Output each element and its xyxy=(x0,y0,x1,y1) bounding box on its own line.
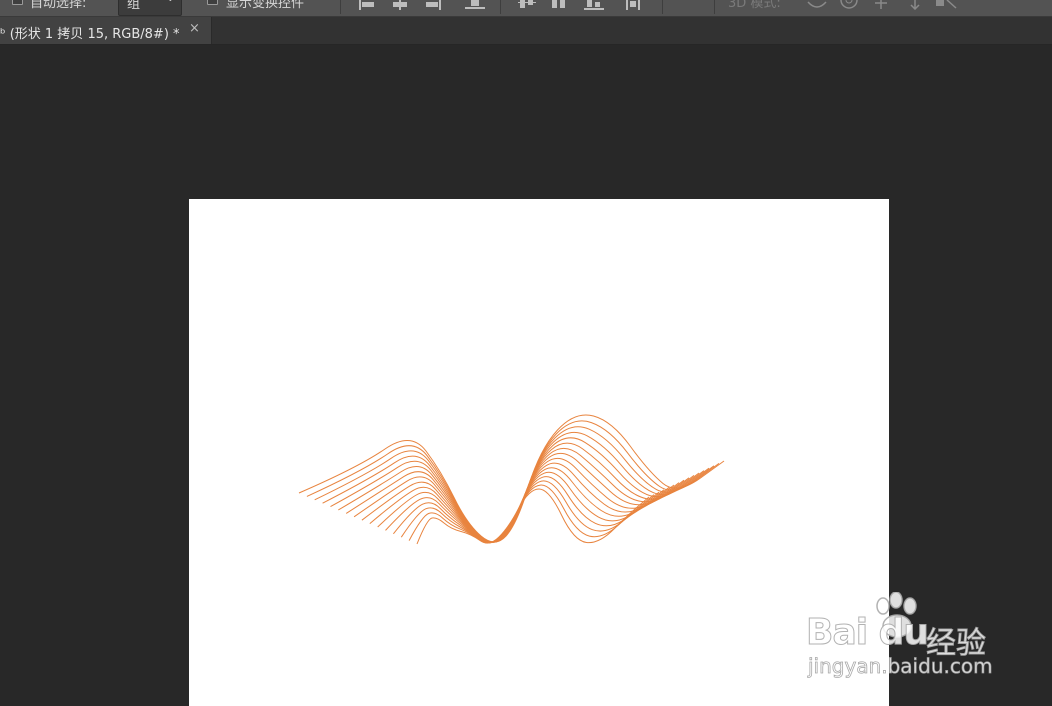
3d-pan-icon[interactable] xyxy=(870,0,892,10)
wave-line xyxy=(322,431,710,543)
3d-roll-icon[interactable] xyxy=(838,0,860,10)
align-left-edges-icon[interactable] xyxy=(358,0,378,10)
divider xyxy=(662,0,663,14)
auto-select-label: 自动选择: xyxy=(30,0,87,11)
distribute-bottom-icon[interactable] xyxy=(583,0,605,10)
document-canvas[interactable] xyxy=(189,199,889,706)
baidu-jingyan-watermark: Bai du 经验 jingyan.baidu.com xyxy=(800,592,1052,692)
document-tab-bar: ᵇ (形状 1 拷贝 15, RGB/8#) * × xyxy=(0,17,1052,45)
layer-select-dropdown[interactable]: 组 ⌄ xyxy=(118,0,182,16)
auto-select-checkbox[interactable] xyxy=(12,0,23,5)
distribute-vertical-centers-icon[interactable] xyxy=(550,0,570,10)
align-right-edges-icon[interactable] xyxy=(422,0,442,10)
3d-slide-icon[interactable] xyxy=(904,0,926,10)
options-bar: 自动选择: 组 ⌄ 显示变换控件 ··· 3D 模式: xyxy=(0,0,1052,17)
3d-mode-label: 3D 模式: xyxy=(728,0,781,11)
chevron-down-icon: ⌄ xyxy=(166,0,175,4)
3d-orbit-icon[interactable] xyxy=(806,0,828,10)
distribute-horizontal-icon[interactable] xyxy=(624,0,644,10)
align-horizontal-centers-icon[interactable] xyxy=(390,0,410,10)
show-transform-label: 显示变换控件 xyxy=(226,0,305,11)
more-options-button[interactable]: ··· xyxy=(678,0,690,5)
watermark-brand: Bai du xyxy=(805,612,929,654)
document-tab-title: ᵇ (形状 1 拷贝 15, RGB/8#) * xyxy=(0,27,180,42)
document-tab[interactable]: ᵇ (形状 1 拷贝 15, RGB/8#) * × xyxy=(0,17,212,44)
layer-select-value: 组 xyxy=(127,0,141,12)
close-icon[interactable]: × xyxy=(189,21,200,36)
show-transform-checkbox[interactable] xyxy=(207,0,218,5)
wave-line xyxy=(314,426,715,543)
divider xyxy=(340,0,341,14)
divider xyxy=(500,0,501,14)
align-top-edges-icon[interactable] xyxy=(464,0,486,10)
wave-line xyxy=(369,462,680,544)
divider xyxy=(714,0,715,14)
3d-scale-icon[interactable] xyxy=(934,0,960,10)
watermark-url: jingyan.baidu.com xyxy=(808,654,993,679)
distribute-top-icon[interactable] xyxy=(518,0,538,10)
wave-lines-artwork xyxy=(298,414,725,545)
